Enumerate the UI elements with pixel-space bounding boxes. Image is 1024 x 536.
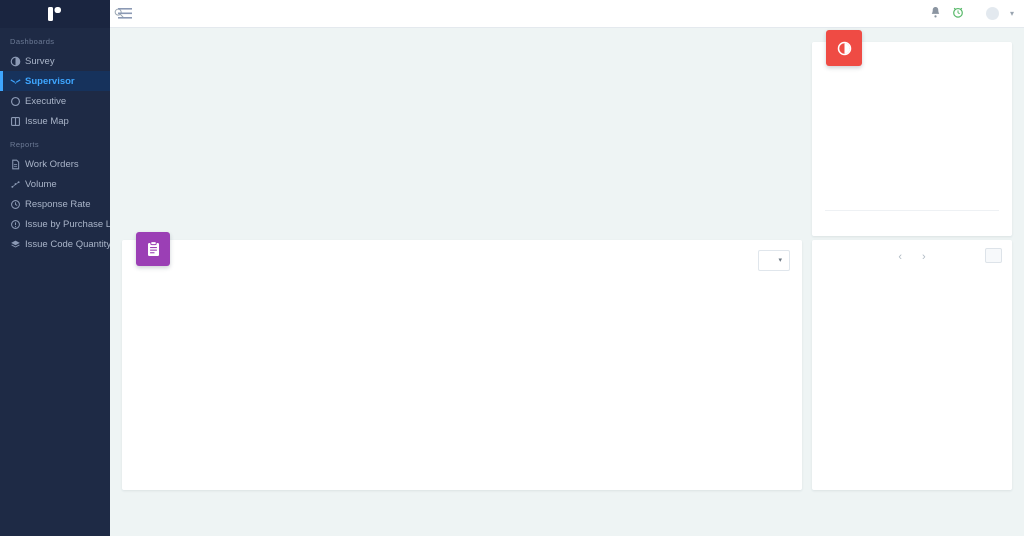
sidebar-item-supervisor[interactable]: Supervisor xyxy=(0,71,110,91)
kpi-grid xyxy=(122,42,1012,236)
sidebar-item-label: Work Orders xyxy=(25,159,79,170)
document-icon xyxy=(10,159,21,170)
pie-chart-icon xyxy=(10,56,21,67)
sidebar-item-response-rate[interactable]: Response Rate xyxy=(0,194,110,214)
clock-icon xyxy=(10,199,21,210)
chevron-left-icon[interactable]: ‹ xyxy=(898,251,902,263)
content: ▾ ‹ › xyxy=(110,28,1024,536)
topbar: ▾ xyxy=(110,0,1024,28)
bell-icon[interactable] xyxy=(930,5,941,23)
sidebar-item-label: Issue by Purchase Location xyxy=(25,219,110,230)
past-due-gauge-card xyxy=(812,42,1012,236)
sidebar-item-label: Response Rate xyxy=(25,199,90,210)
calendar-header: ‹ › xyxy=(812,240,1012,274)
sidebar-item-work-orders[interactable]: Work Orders xyxy=(0,154,110,174)
main-area: ▾ xyxy=(110,0,1024,536)
calendar-card: ‹ › xyxy=(812,240,1012,490)
supervisor-icon xyxy=(10,76,21,87)
clipboard-icon xyxy=(136,232,170,266)
sidebar-item-survey[interactable]: Survey xyxy=(0,51,110,71)
bottom-row: ▾ ‹ › xyxy=(122,240,1012,490)
circle-icon xyxy=(10,96,25,107)
topbar-right: ▾ xyxy=(930,5,1024,23)
chart-metric-select[interactable]: ▾ xyxy=(758,250,790,271)
info-circle-icon xyxy=(10,219,25,230)
chart-header: ▾ xyxy=(122,240,802,280)
sidebar-item-label: Issue Code Quantity xyxy=(25,239,110,250)
avatar[interactable] xyxy=(986,7,999,20)
sidebar-item-label: Volume xyxy=(25,179,57,190)
map-icon xyxy=(10,116,21,127)
circle-icon xyxy=(10,96,21,107)
layers-icon xyxy=(10,239,21,250)
layers-icon xyxy=(10,239,25,250)
sidebar-item-label: Supervisor xyxy=(25,76,75,87)
sidebar-item-issue-map[interactable]: Issue Map xyxy=(0,111,110,131)
sidebar-item-issue-by-purchase-location[interactable]: Issue by Purchase Location xyxy=(0,214,110,234)
hamburger-menu-button[interactable] xyxy=(110,8,140,19)
gauge-dial xyxy=(812,56,1012,186)
app-logo-icon xyxy=(46,6,64,22)
bar-chart-plot xyxy=(122,280,786,480)
chevron-right-icon[interactable]: › xyxy=(922,251,926,263)
scatter-icon xyxy=(10,179,21,190)
chevron-down-icon: ▾ xyxy=(778,256,782,264)
add-event-button[interactable] xyxy=(985,248,1002,263)
sidebar-item-label: Survey xyxy=(25,56,55,67)
dashboard-app: Dashboards Survey Supervisor Executive Issue… xyxy=(0,0,1024,536)
hamburger-icon xyxy=(118,8,132,19)
sidebar-item-issue-code-quantity[interactable]: Issue Code Quantity xyxy=(0,234,110,254)
sidebar-item-label: Issue Map xyxy=(25,116,69,127)
scatter-icon xyxy=(10,179,25,190)
search-area[interactable] xyxy=(110,5,930,23)
app-logo[interactable] xyxy=(0,0,110,28)
alarm-clock-icon xyxy=(952,6,964,18)
kpi-cards-column xyxy=(122,42,802,236)
total-open-cases-chart-card: ▾ xyxy=(122,240,802,490)
document-icon xyxy=(10,159,25,170)
chevron-down-icon[interactable]: ▾ xyxy=(1010,9,1014,18)
sidebar-item-volume[interactable]: Volume xyxy=(0,174,110,194)
search-input[interactable] xyxy=(131,8,391,19)
map-icon xyxy=(10,116,25,127)
calendar-weekday-header xyxy=(812,274,1012,280)
sidebar-section-title: Dashboards xyxy=(0,28,110,51)
supervisor-icon xyxy=(10,76,25,87)
sidebar-section-title: Reports xyxy=(0,131,110,154)
sidebar-item-executive[interactable]: Executive xyxy=(0,91,110,111)
sidebar: Dashboards Survey Supervisor Executive Issue… xyxy=(0,0,110,536)
pie-chart-icon xyxy=(826,30,862,66)
clock-icon xyxy=(10,199,25,210)
pie-chart-icon xyxy=(10,56,25,67)
alarm-clock-indicator[interactable] xyxy=(952,5,964,23)
gauge-status xyxy=(825,210,999,236)
info-circle-icon xyxy=(10,219,21,230)
breadcrumb xyxy=(122,28,1012,42)
sidebar-item-label: Executive xyxy=(25,96,66,107)
